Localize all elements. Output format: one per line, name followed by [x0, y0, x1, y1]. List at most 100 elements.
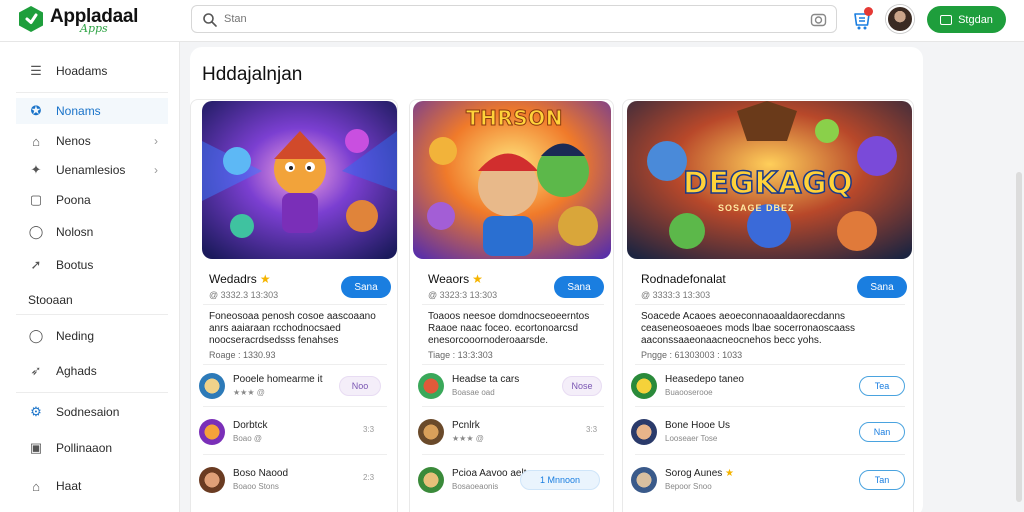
- app-avatar: [631, 419, 657, 445]
- sidebar-item-pollinaaon[interactable]: ▣ Pollinaaon: [16, 435, 168, 461]
- banner-title: THRSON: [466, 106, 563, 131]
- row-subtitle: Looseaer Tose: [665, 434, 718, 443]
- app-avatar: [418, 467, 444, 493]
- row-meta: 3:3: [586, 425, 598, 434]
- signin-button[interactable]: Stgdan: [927, 6, 1006, 33]
- sidebar-item-bootus[interactable]: ➚ Bootus: [16, 252, 168, 278]
- logo-icon[interactable]: [18, 5, 44, 33]
- sidebar-item-nolosn[interactable]: ◯ Nolosn: [16, 219, 168, 245]
- search-icon: [203, 13, 217, 27]
- scrollbar[interactable]: [1016, 172, 1022, 502]
- list-icon: ☰: [30, 63, 42, 78]
- desc-line: anrs aaiaraan rcchodnocsaed: [209, 323, 341, 334]
- circle-icon: ◯: [28, 328, 44, 343]
- divider: [635, 364, 905, 365]
- search-bar[interactable]: [191, 5, 837, 33]
- row-title: Headse ta cars: [452, 374, 520, 385]
- app-title[interactable]: Rodnadefonalat: [641, 272, 726, 286]
- star-badge-icon: ✪: [30, 103, 42, 118]
- app-title[interactable]: Weaors ★: [428, 272, 483, 286]
- divider: [422, 364, 604, 365]
- game-banner-image[interactable]: [202, 101, 397, 259]
- get-button[interactable]: Sana: [857, 276, 907, 298]
- sidebar-item-haat[interactable]: ⌂ Haat: [16, 473, 168, 499]
- get-button[interactable]: Sana: [554, 276, 604, 298]
- search-input[interactable]: [224, 10, 784, 28]
- desc-line: Soacede Acaoes aeoeconnaoaaldaorecdanns: [641, 311, 846, 322]
- desc-line: enesorcooornoderoaarsde.: [428, 335, 549, 346]
- row-button[interactable]: 1 Mnnoon: [520, 470, 600, 490]
- sidebar-item-hoadams[interactable]: ☰ Hoadams: [16, 58, 168, 84]
- sidebar-item-label: Bootus: [56, 258, 94, 272]
- list-item[interactable]: Pcnlrk ★★★ @ 3:3: [410, 412, 615, 452]
- row-subtitle: ★★★ @: [452, 434, 484, 443]
- puzzle-icon: ✦: [30, 162, 42, 177]
- get-button[interactable]: Sana: [341, 276, 391, 298]
- list-item[interactable]: Dorbtck Boao @ 3:3: [191, 412, 399, 452]
- app-meta: @ 3333:3 13:303: [641, 290, 711, 300]
- row-subtitle: Buaooserooe: [665, 388, 713, 397]
- list-item[interactable]: Pooele homearme it ★★★ @ Noo: [191, 366, 399, 406]
- app-avatar: [631, 467, 657, 493]
- star-icon: ★: [259, 272, 271, 286]
- home-icon: ⌂: [32, 478, 40, 494]
- rocket-icon: ➶: [30, 363, 42, 378]
- desc-line: Toaoos neesoe domdnocseoeerntos: [428, 311, 590, 322]
- signin-label: Stgdan: [958, 13, 993, 26]
- app-avatar: [418, 373, 444, 399]
- desc-line: Raaoe naac foceo. ecortonoarcsd: [428, 323, 579, 334]
- row-button[interactable]: Noo: [339, 376, 381, 396]
- app-title[interactable]: Wedadrs ★: [209, 272, 271, 286]
- row-button[interactable]: Nan: [859, 422, 905, 442]
- list-item[interactable]: Pcioa Aavoo aelt Bosaoeaonis 1 Mnnoon: [410, 460, 615, 500]
- sidebar-item-label: Uenamlesios: [56, 163, 126, 177]
- row-title: Pcioa Aavoo aelt: [452, 468, 527, 479]
- app-card[interactable]: THRSON Weaors ★ @ 3323:3 13:303 Sana Toao…: [409, 99, 614, 512]
- row-title: Pooele homearme it: [233, 374, 323, 385]
- sidebar-item-neding[interactable]: ◯ Neding: [16, 323, 168, 349]
- sidebar-item-nonams[interactable]: ✪ Nonams: [16, 98, 168, 124]
- desc-line: noocseracrdsedsss fenahses: [209, 335, 339, 346]
- app-description: Toaoos neesoe domdnocseoeerntos Raaoe na…: [428, 311, 589, 347]
- divider: [203, 454, 387, 455]
- divider: [635, 406, 905, 407]
- divider: [203, 304, 387, 305]
- app-card[interactable]: DEGKAGQ SOSAGE DBEZ Rodnadefonalat @ 333…: [622, 99, 914, 512]
- sidebar-item-aghads[interactable]: ➶ Aghads: [16, 358, 168, 384]
- list-item[interactable]: Bone Hooe Us Looseaer Tose Nan: [623, 412, 915, 452]
- sidebar-item-sodnesaion[interactable]: ⚙ Sodnesaion: [16, 399, 168, 425]
- sidebar-item-poona[interactable]: ▢ Poona: [16, 187, 168, 213]
- app-description: Foneosoaa penosh cosoe aascoaano anrs aa…: [209, 311, 376, 347]
- divider: [16, 392, 168, 393]
- list-item[interactable]: Heasedepo taneo Buaooserooe Tea: [623, 366, 915, 406]
- notification-dot: [864, 7, 873, 16]
- row-button[interactable]: Tan: [859, 470, 905, 490]
- app-card[interactable]: Wedadrs ★ @ 3332.3 13:303 Sana Foneosoaa …: [190, 99, 398, 512]
- divider: [203, 406, 387, 407]
- sidebar-item-label: Haat: [56, 479, 82, 493]
- user-avatar[interactable]: [886, 5, 914, 33]
- sidebar-item-label: Neding: [56, 329, 95, 343]
- list-item[interactable]: Headse ta cars Boasae oad Nose: [410, 366, 615, 406]
- row-button[interactable]: Tea: [859, 376, 905, 396]
- star-icon: ★: [472, 272, 483, 286]
- sidebar-item-nenos[interactable]: ⌂ Nenos ›: [16, 128, 168, 154]
- desc-line: Foneosoaa penosh cosoe aascoaano: [209, 311, 376, 322]
- row-title: Sorog Aunes ★: [665, 468, 734, 479]
- app-meta: @ 3332.3 13:303: [209, 290, 279, 300]
- app-range: Tiage : 13:3:303: [428, 350, 493, 360]
- desc-line: ceaseneosoaeoes mods lbae socerronaoscaa…: [641, 323, 856, 334]
- list-item[interactable]: Boso Naood Boaoo Stons 2:3: [191, 460, 399, 500]
- logo-subtext: Apps: [80, 22, 108, 35]
- sidebar-item-uenamlesios[interactable]: ✦ Uenamlesios ›: [16, 157, 168, 183]
- banner-subtitle: SOSAGE DBEZ: [718, 203, 795, 213]
- camera-search-icon[interactable]: [810, 11, 827, 28]
- row-subtitle: ★★★ @: [233, 388, 265, 397]
- sidebar-section-heading: Stooaan: [28, 293, 73, 307]
- row-button[interactable]: Nose: [562, 376, 602, 396]
- home-icon: ⌂: [32, 133, 40, 149]
- page-title: Hddajalnjan: [202, 64, 303, 85]
- sidebar-item-label: Nonams: [56, 104, 101, 118]
- row-title-text: Sorog Aunes: [665, 468, 723, 479]
- list-item[interactable]: Sorog Aunes ★ Bepoor Snoo Tan: [623, 460, 915, 500]
